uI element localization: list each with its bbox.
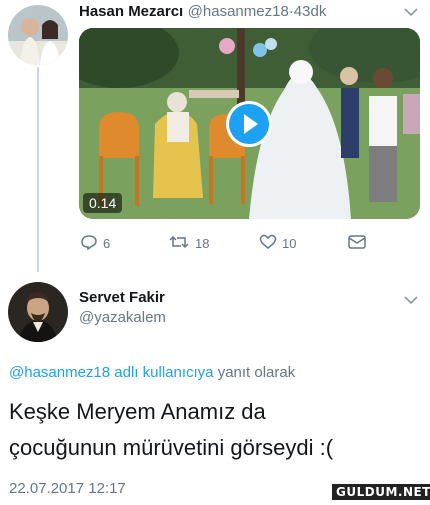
retweet-action[interactable]: 18 <box>168 234 209 253</box>
like-action[interactable]: 10 <box>259 234 296 253</box>
retweet-icon <box>168 234 190 253</box>
tweet-time[interactable]: 43dk <box>294 3 327 20</box>
chevron-down-icon[interactable] <box>404 4 418 20</box>
replying-to: @hasanmez18 adlı kullanıcıya yanıt olara… <box>9 364 295 381</box>
play-button[interactable] <box>226 101 272 147</box>
direct-message-action[interactable] <box>347 234 367 253</box>
reply-action[interactable]: 6 <box>80 234 110 253</box>
tweet-text-line1: Keşke Meryem Anamız da <box>9 399 266 424</box>
reply-icon <box>80 234 98 253</box>
tweet-text: Keşke Meryem Anamız da çocuğunun mürüvet… <box>9 394 424 466</box>
avatar-servet-fakir[interactable] <box>8 282 68 342</box>
envelope-icon <box>347 234 367 253</box>
like-count: 10 <box>282 236 297 251</box>
thread-connector-line <box>37 67 39 272</box>
reply-count: 6 <box>103 236 111 251</box>
author-name[interactable]: Hasan Mezarcı <box>79 3 183 20</box>
tweet-timestamp[interactable]: 22.07.2017 12:17 <box>9 480 126 497</box>
author-name[interactable]: Servet Fakir <box>79 289 166 306</box>
replying-to-suffix: yanıt olarak <box>217 364 296 381</box>
avatar-hasan-mezarci[interactable] <box>8 5 68 65</box>
author-handle[interactable]: @yazakalem <box>79 309 166 326</box>
chevron-down-icon[interactable] <box>404 292 418 308</box>
replying-to-link[interactable]: @hasanmez18 adlı kullanıcıya <box>9 364 214 381</box>
author-handle[interactable]: @hasanmez18 <box>188 3 289 20</box>
watermark: GULDUM.NET <box>332 484 430 500</box>
video-duration: 0.14 <box>83 193 123 213</box>
tweet-text-line2: çocuğunun mürüvetini görseydi :( <box>9 435 334 460</box>
tweet1-header: Hasan Mezarcı @hasanmez18·43dk <box>79 3 326 21</box>
tweet2-author: Servet Fakir @yazakalem <box>79 289 166 326</box>
retweet-count: 18 <box>195 236 210 251</box>
heart-icon <box>259 234 277 253</box>
